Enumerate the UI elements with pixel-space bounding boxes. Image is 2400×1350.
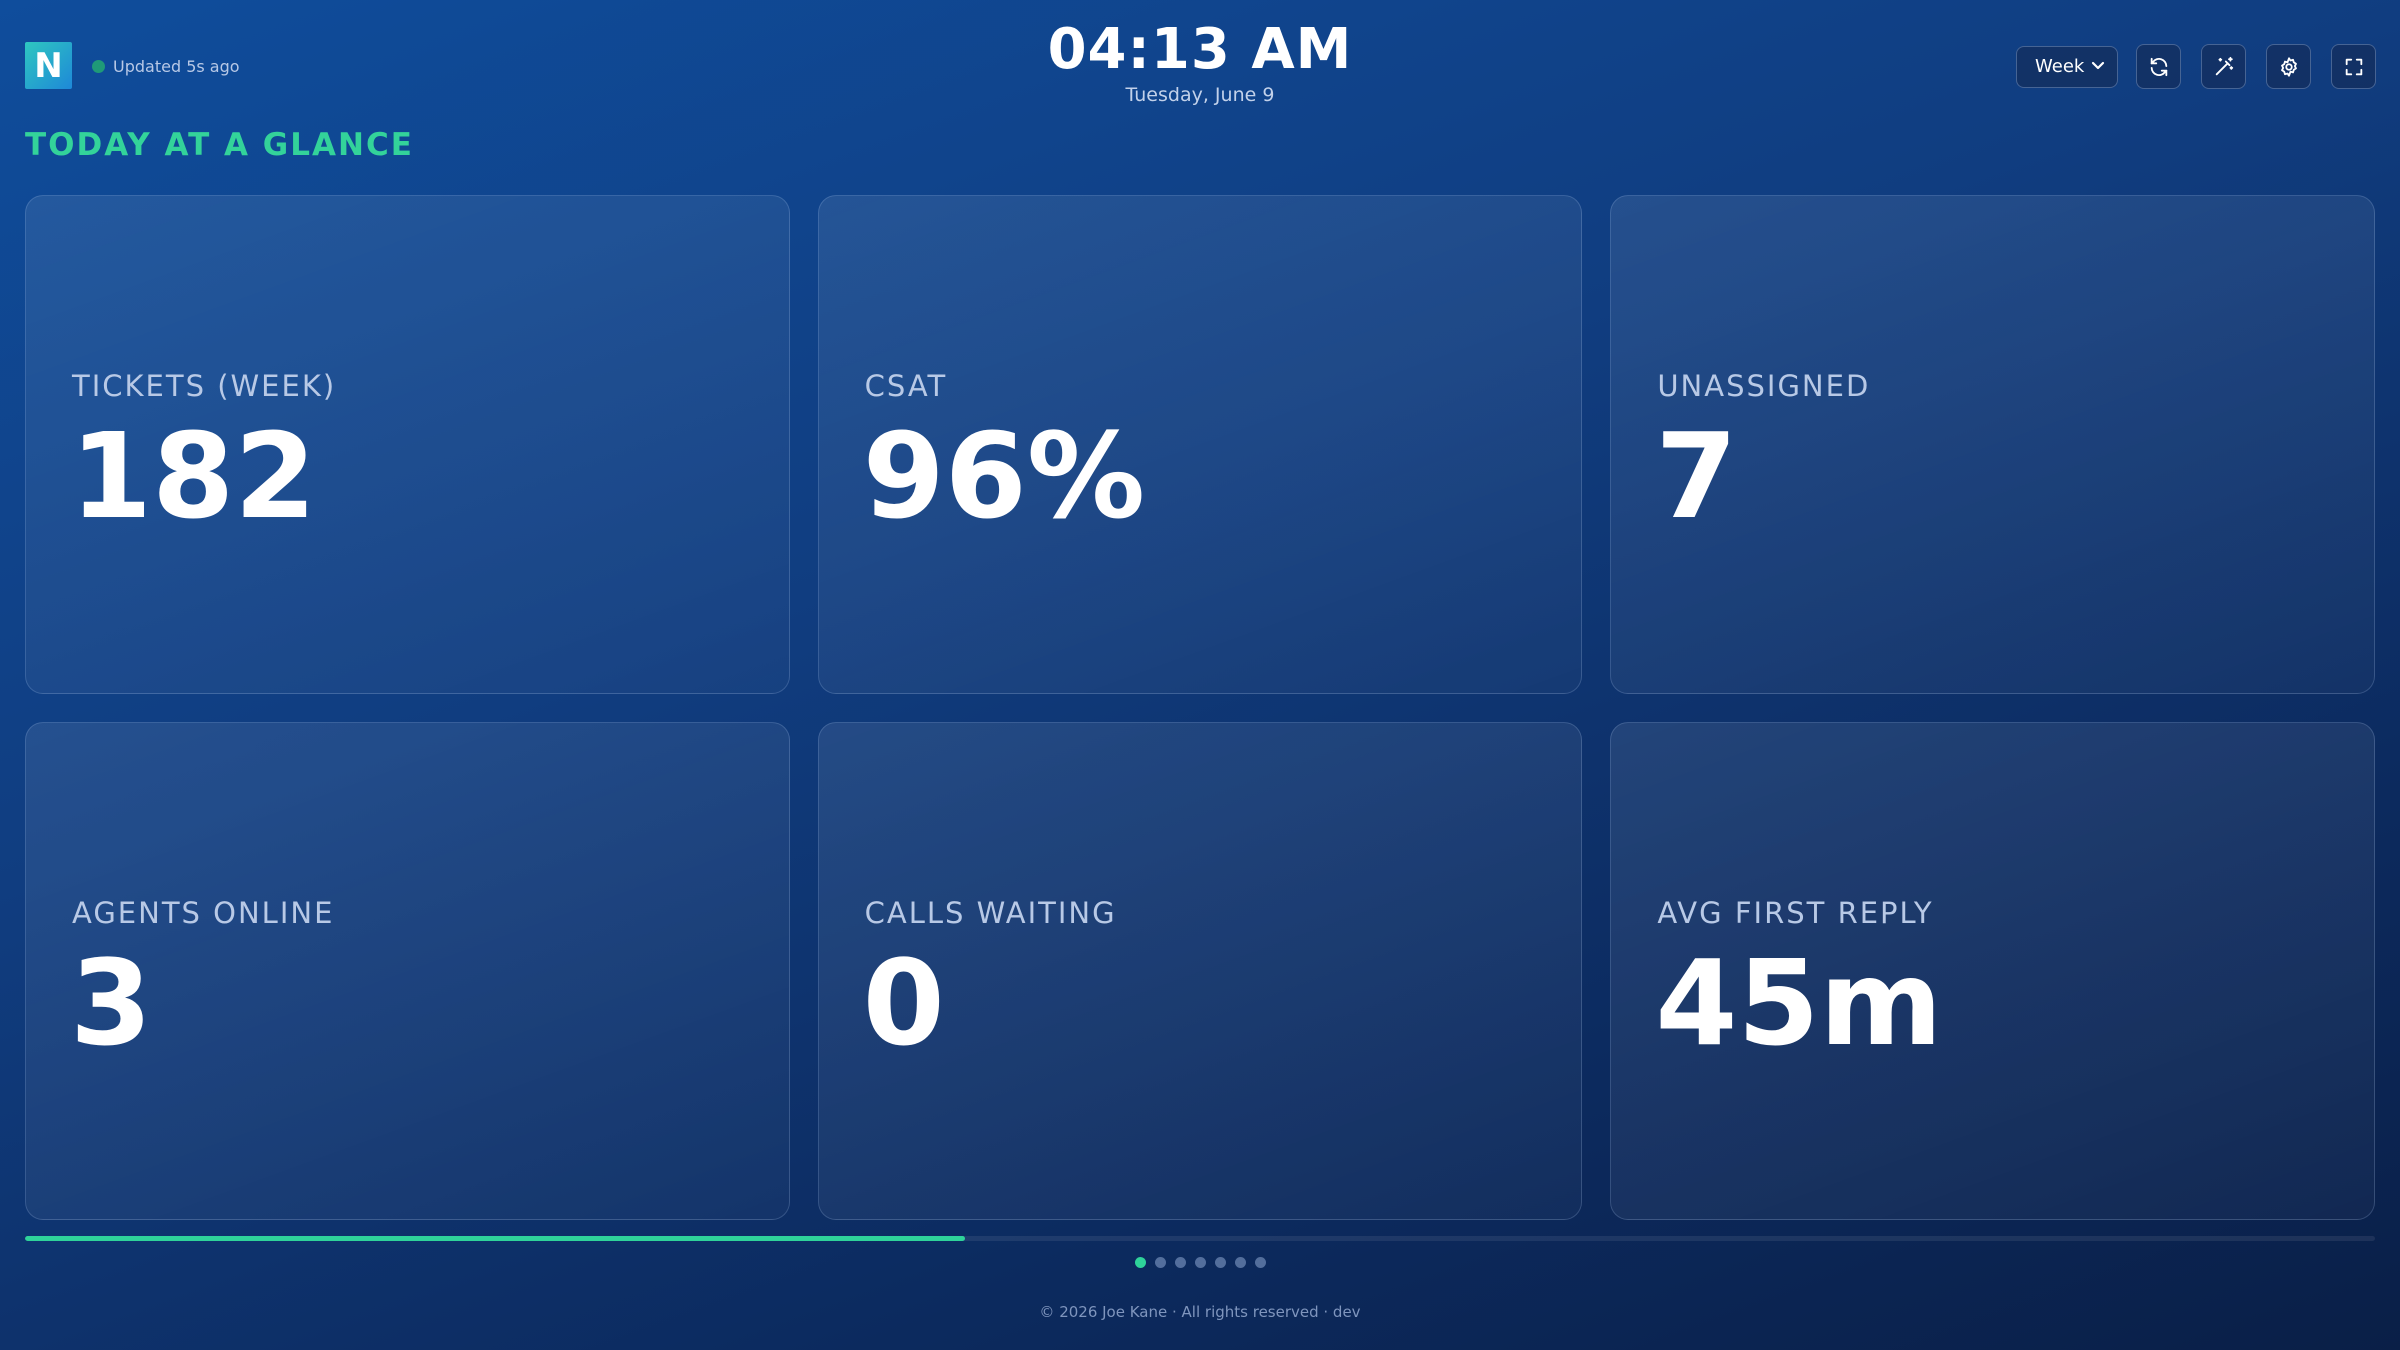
- metric-value: 182: [70, 407, 317, 545]
- footer: © 2026 Joe Kane · All rights reserved · …: [1039, 1303, 1361, 1321]
- metric-value: 45m: [1655, 933, 1943, 1072]
- metric-label: UNASSIGNED: [1657, 369, 1871, 403]
- metric-card-unassigned: UNASSIGNED 7: [1610, 195, 2375, 694]
- page-dot[interactable]: [1254, 1257, 1266, 1268]
- metric-value: 96%: [862, 407, 1146, 545]
- update-status: Updated 5s ago: [92, 57, 240, 76]
- status-text: Updated 5s ago: [113, 57, 240, 76]
- page-dot[interactable]: [1154, 1257, 1166, 1268]
- refresh-icon: [2150, 57, 2167, 76]
- metric-label: CALLS WAITING: [864, 895, 1117, 930]
- metric-label: TICKETS (WEEK): [72, 369, 337, 403]
- metric-card-csat: CSAT 96%: [817, 195, 1583, 694]
- page-indicator: [0, 1257, 2400, 1268]
- rotation-progress: [25, 1236, 2375, 1241]
- metric-card-calls-waiting: CALLS WAITING 0: [817, 721, 1583, 1220]
- chevron-down-icon: [2091, 59, 2105, 75]
- metric-label: CSAT: [864, 369, 948, 403]
- header: N Updated 5s ago 04:13 AM Tuesday, June …: [0, 0, 2400, 140]
- rotation-progress-fill: [25, 1236, 965, 1241]
- fullscreen-button[interactable]: [2331, 44, 2376, 89]
- page-dot[interactable]: [1194, 1257, 1206, 1268]
- metric-card-agents-online: AGENTS ONLINE 3: [25, 721, 790, 1220]
- metric-grid: TICKETS (WEEK) 182 CSAT 96% UNASSIGNED 7…: [25, 195, 2375, 1220]
- metric-value: 0: [862, 933, 945, 1072]
- period-select-value: Week: [2035, 56, 2085, 77]
- header-controls: Week: [2016, 44, 2376, 89]
- metric-card-tickets: TICKETS (WEEK) 182: [25, 195, 790, 694]
- page-dot[interactable]: [1234, 1257, 1246, 1268]
- metric-value: 7: [1655, 407, 1738, 545]
- status-dot-icon: [92, 60, 105, 73]
- logo: N: [25, 42, 72, 89]
- clock-date: Tuesday, June 9: [1125, 84, 1275, 106]
- page-dot[interactable]: [1214, 1257, 1226, 1268]
- period-select[interactable]: Week: [2016, 45, 2118, 88]
- metric-label: AVG FIRST REPLY: [1657, 895, 1934, 930]
- magic-wand-button[interactable]: [2201, 44, 2246, 89]
- page-dot[interactable]: [1134, 1257, 1146, 1268]
- clock-time: 04:13 AM: [1047, 17, 1353, 82]
- metric-value: 3: [70, 933, 153, 1072]
- settings-button[interactable]: [2266, 44, 2311, 89]
- section-title: TODAY AT A GLANCE: [25, 127, 414, 163]
- metric-card-avg-first-reply: AVG FIRST REPLY 45m: [1610, 721, 2375, 1220]
- magic-wand-icon: [2215, 56, 2233, 75]
- clock: 04:13 AM Tuesday, June 9: [900, 17, 1500, 107]
- gear-icon: [2280, 56, 2297, 77]
- refresh-button[interactable]: [2136, 44, 2181, 89]
- logo-letter: N: [34, 45, 63, 86]
- fullscreen-icon: [2345, 58, 2362, 75]
- metric-label: AGENTS ONLINE: [72, 895, 335, 930]
- page-dot[interactable]: [1174, 1257, 1186, 1268]
